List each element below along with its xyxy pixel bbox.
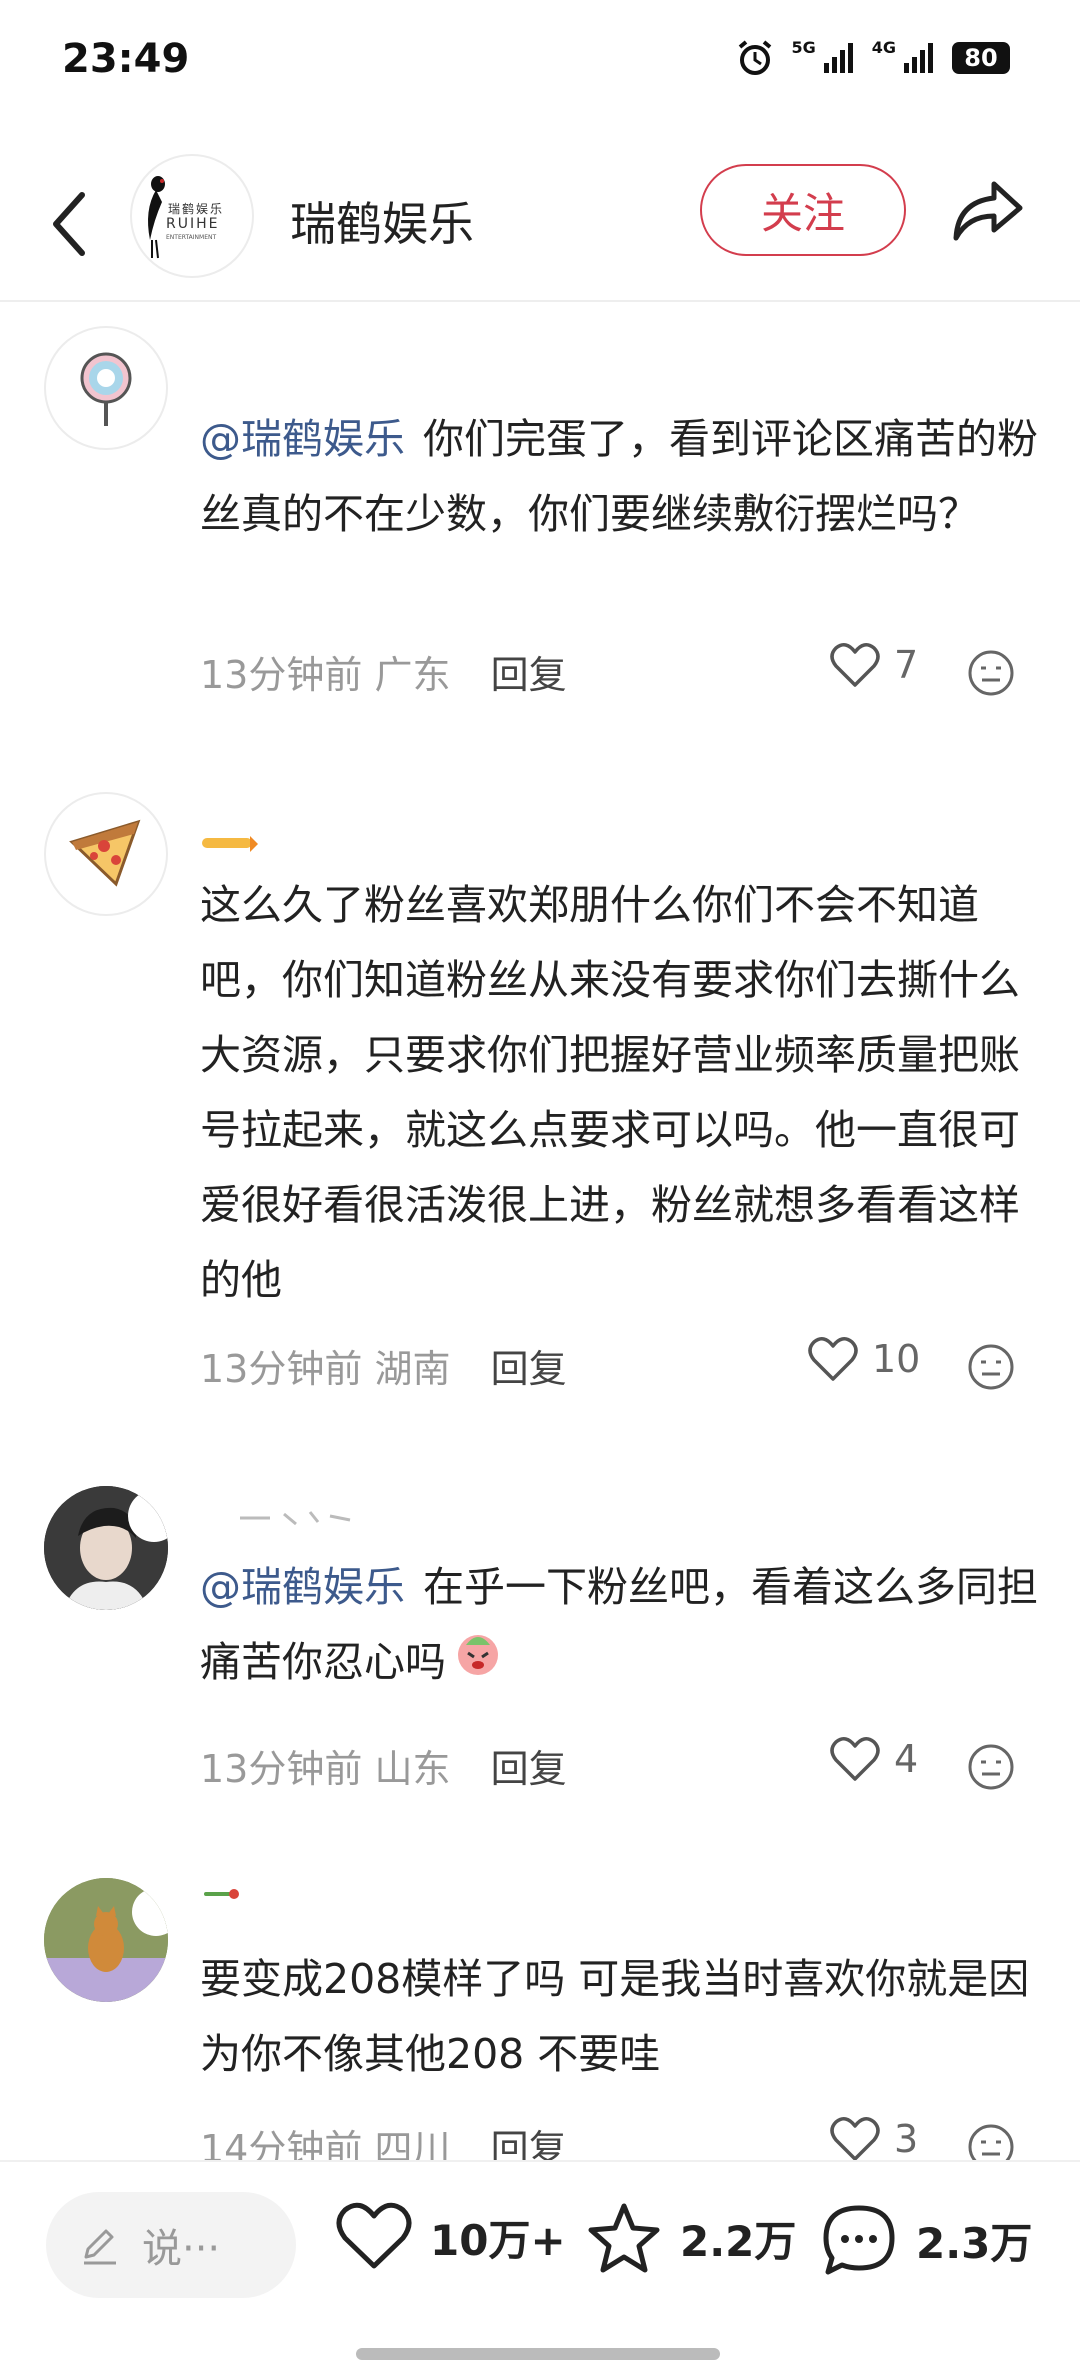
mention-link[interactable]: @瑞鹤娱乐 <box>200 1563 405 1611</box>
logo-cn-text: 瑞鹤娱乐 <box>168 202 225 216</box>
username-partial <box>200 832 260 856</box>
like-count: 3 <box>894 2117 919 2161</box>
emoji-reaction-icon[interactable] <box>966 1342 1016 1392</box>
comment-input[interactable]: 说··· <box>46 2192 296 2298</box>
comment-text: 要变成208模样了吗 可是我当时喜欢你就是因为你不像其他208 不要哇 <box>200 1955 1030 2078</box>
avatar[interactable] <box>44 1878 168 2002</box>
star-icon <box>588 2203 660 2273</box>
heart-icon <box>830 643 880 687</box>
like-count: 4 <box>894 1737 919 1781</box>
name-emoji-icon <box>204 1889 239 1899</box>
home-indicator[interactable] <box>356 2348 720 2360</box>
like-button[interactable]: 10 <box>808 1336 920 1382</box>
favorite-action-button[interactable]: 2.2万 <box>586 2202 796 2274</box>
comment-input-placeholder: 说··· <box>142 2226 221 2272</box>
emoji-reaction-icon[interactable] <box>966 648 1016 698</box>
status-icons: 5G 4G 80 <box>735 38 1010 78</box>
comment-time: 13分钟前 <box>200 653 363 697</box>
comment-text: 这么久了粉丝喜欢郑朋什么你们不会不知道吧，你们知道粉丝从来没有要求你们去撕什么大… <box>200 881 1020 1304</box>
comment-action-button[interactable]: 2.3万 <box>820 2202 1032 2278</box>
emoji-reaction-icon[interactable] <box>966 1742 1016 1792</box>
like-action-button[interactable]: 10万+ <box>336 2202 566 2272</box>
battery-indicator: 80 <box>952 42 1010 74</box>
comment-time: 13分钟前 <box>200 1347 363 1391</box>
crying-emoji-icon <box>452 1627 504 1703</box>
reply-button[interactable]: 回复 <box>491 1347 567 1391</box>
cat-avatar-icon <box>44 1878 168 2002</box>
status-bar: 23:49 5G 4G 80 <box>0 0 1080 120</box>
pizza-avatar-icon <box>69 819 141 887</box>
share-arrow-icon[interactable] <box>948 170 1028 250</box>
heart-icon <box>830 2117 880 2161</box>
reply-button[interactable]: 回复 <box>491 1747 567 1791</box>
username-partial <box>200 1886 250 1910</box>
comment-location: 山东 <box>374 1747 451 1791</box>
logo-en-text: RUIHE <box>166 216 220 232</box>
reply-button[interactable]: 回复 <box>491 653 567 697</box>
mention-link[interactable]: @瑞鹤娱乐 <box>200 415 405 463</box>
name-emoji-icon <box>202 836 258 852</box>
comment-meta: 13分钟前 广东 回复 <box>200 644 567 699</box>
portrait-avatar-icon <box>44 1486 168 1610</box>
comment-text: @瑞鹤娱乐 你们完蛋了，看到评论区痛苦的粉丝真的不在少数，你们要继续敷衍摆烂吗？ <box>200 415 1038 538</box>
comment-meta: 13分钟前 山东 回复 <box>200 1738 567 1793</box>
account-avatar[interactable]: 瑞鹤娱乐 RUIHE ENTERTAINMENT <box>130 154 254 278</box>
like-button[interactable]: 3 <box>830 2116 918 2162</box>
comment-location: 广东 <box>374 653 451 697</box>
comment-count: 2.3万 <box>916 2218 1033 2268</box>
chevron-left-icon[interactable] <box>40 180 100 270</box>
heart-icon <box>336 2202 412 2269</box>
avatar[interactable] <box>44 792 168 916</box>
comment-location: 湖南 <box>374 1347 451 1391</box>
like-button[interactable]: 4 <box>830 1736 918 1782</box>
comment-bubble-icon <box>823 2205 895 2275</box>
username-partial <box>200 1508 360 1532</box>
logo-en-sub-text: ENTERTAINMENT <box>166 234 217 241</box>
bottom-action-bar: 说··· 10万+ 2.2万 2.3万 <box>0 2160 1080 2378</box>
like-button[interactable]: 7 <box>830 642 918 688</box>
page-title[interactable]: 瑞鹤娱乐 <box>290 188 474 254</box>
page-header: 瑞鹤娱乐 RUIHE ENTERTAINMENT 瑞鹤娱乐 关注 <box>0 150 1080 302</box>
signal-icon-2 <box>902 41 936 75</box>
heart-icon <box>808 1337 858 1381</box>
comment-meta: 13分钟前 湖南 回复 <box>200 1338 567 1393</box>
alarm-icon <box>735 38 775 78</box>
heart-icon <box>830 1737 880 1781</box>
comment-text: @瑞鹤娱乐 在乎一下粉丝吧，看着这么多同担痛苦你忍心吗 <box>200 1550 1040 1703</box>
pencil-icon <box>84 2229 116 2265</box>
favorite-count: 2.2万 <box>680 2216 797 2266</box>
signal-icon <box>822 41 856 75</box>
avatar[interactable] <box>44 326 168 450</box>
status-time: 23:49 <box>62 36 190 82</box>
avatar[interactable] <box>44 1486 168 1610</box>
lollipop-avatar-icon <box>80 352 132 426</box>
comment-time: 13分钟前 <box>200 1747 363 1791</box>
like-count-total: 10万+ <box>430 2215 566 2265</box>
like-count: 7 <box>894 643 919 687</box>
network-5g-label: 5G <box>791 37 816 57</box>
network-4g-label: 4G <box>871 37 896 57</box>
follow-button[interactable]: 关注 <box>700 164 906 256</box>
like-count: 10 <box>872 1337 921 1381</box>
